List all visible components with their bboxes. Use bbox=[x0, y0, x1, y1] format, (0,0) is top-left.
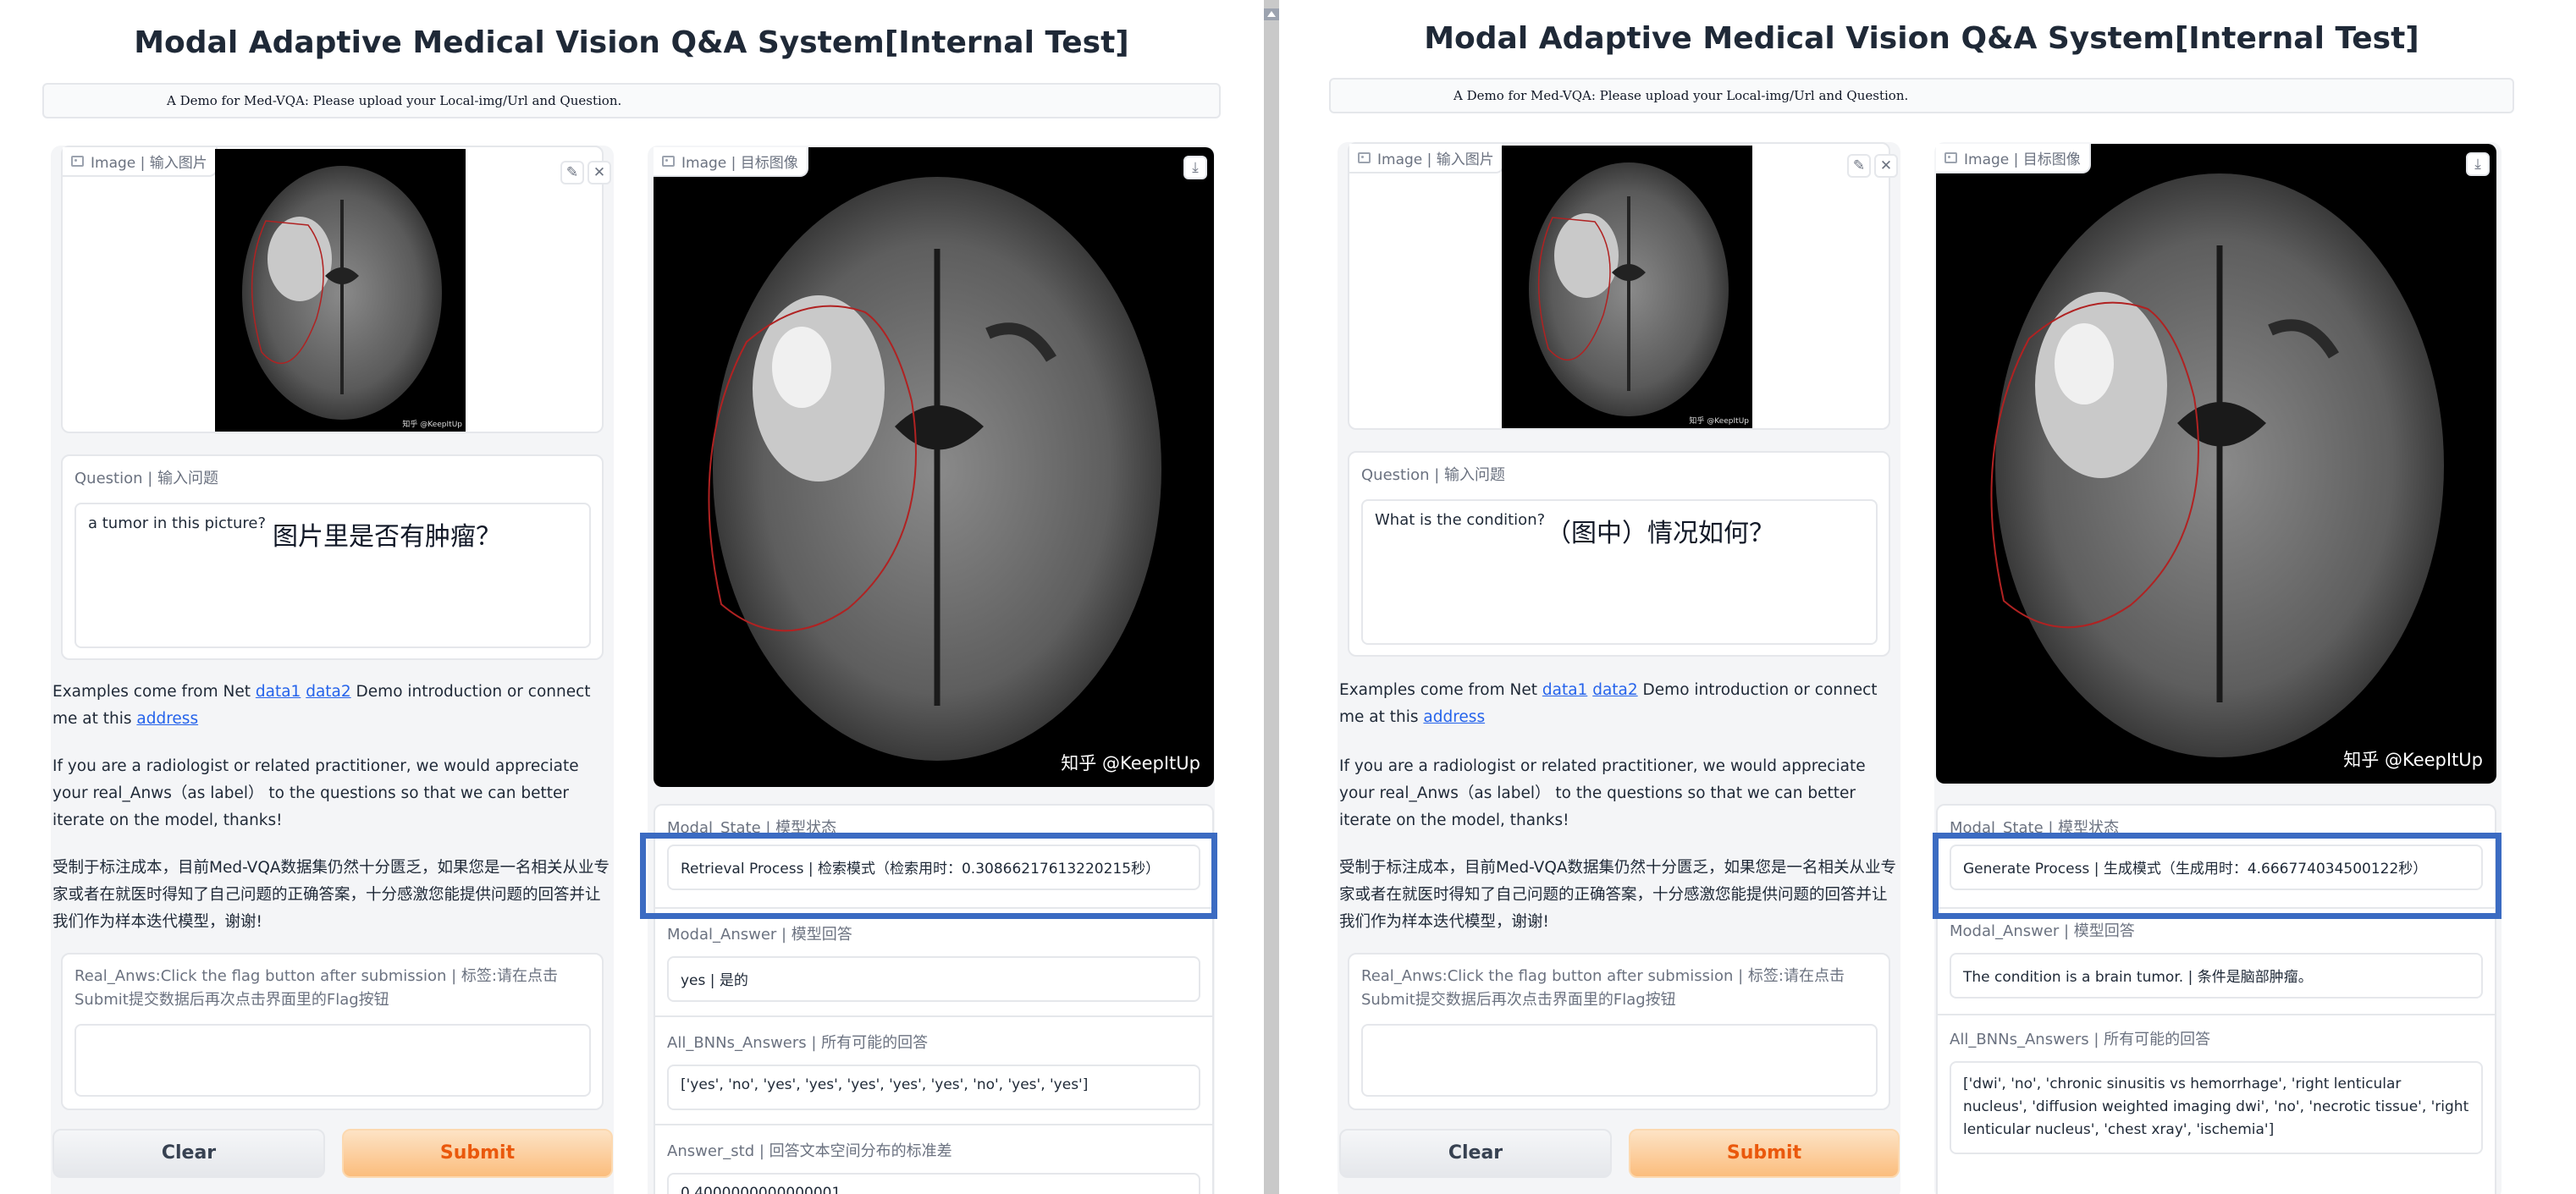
target-image-block: 知乎 @KeepItUp Image | 目标图像 ⤓ bbox=[654, 147, 1214, 787]
examples-text: Examples come from Net data1 data2 Demo … bbox=[1339, 681, 1878, 726]
close-icon[interactable]: ✕ bbox=[1874, 154, 1898, 178]
download-icon[interactable]: ⤓ bbox=[2466, 152, 2490, 176]
data1-link[interactable]: data1 bbox=[256, 683, 301, 701]
target-mri-image: 知乎 @KeepItUp bbox=[654, 147, 1214, 787]
separator bbox=[655, 1124, 1212, 1125]
all-answers-label: All_BNNs_Answers | 所有可能的回答 bbox=[1950, 1031, 2211, 1048]
question-block: Question | 输入问题 a tumor in this picture?… bbox=[61, 454, 604, 660]
input-column: Image | 输入图片 ✎ ✕ 知乎 @KeepItUp Question |… bbox=[1338, 142, 1900, 1194]
image-icon bbox=[71, 156, 84, 167]
input-mri-image: 知乎 @KeepItUp bbox=[215, 149, 466, 432]
watermark: 知乎 @KeepItUp bbox=[402, 421, 462, 429]
page-title: Modal Adaptive Medical Vision Q&A System… bbox=[1424, 21, 2419, 56]
output-column: 知乎 @KeepItUp Image | 目标图像 ⤓ Modal_State … bbox=[1934, 142, 2502, 1194]
target-image-block: 知乎 @KeepItUp Image | 目标图像 ⤓ bbox=[1936, 144, 2496, 784]
real-answer-input[interactable] bbox=[74, 1024, 591, 1097]
input-image-block[interactable]: Image | 输入图片 ✎ ✕ 知乎 @KeepItUp bbox=[61, 146, 611, 433]
target-image-label: Image | 目标图像 bbox=[1936, 144, 2091, 173]
data2-link[interactable]: data2 bbox=[1592, 681, 1637, 699]
real-answer-label: Real_Anws:Click the flag button after su… bbox=[1361, 967, 1845, 1009]
data2-link[interactable]: data2 bbox=[306, 683, 350, 701]
modal-answer-output: The condition is a brain tumor. | 条件是脑部肿… bbox=[1950, 953, 2483, 999]
watermark: 知乎 @KeepItUp bbox=[2343, 750, 2483, 770]
description-box: A Demo for Med-VQA: Please upload your L… bbox=[42, 83, 1221, 118]
scroll-up-icon[interactable] bbox=[1264, 8, 1279, 20]
answer-std-label: Answer_std | 回答文本空间分布的标准差 bbox=[667, 1142, 952, 1160]
separator bbox=[655, 1015, 1212, 1017]
submit-button[interactable]: Submit bbox=[1629, 1129, 1900, 1178]
answer-std-output: 0.4000000000000001 bbox=[667, 1173, 1200, 1194]
separator bbox=[1938, 1014, 2495, 1015]
input-image-label: Image | 输入图片 bbox=[1349, 144, 1504, 173]
real-answer-block: Real_Anws:Click the flag button after su… bbox=[1348, 953, 1890, 1110]
download-icon[interactable]: ⤓ bbox=[1183, 156, 1207, 179]
modal-answer-label: Modal_Answer | 模型回答 bbox=[667, 926, 852, 944]
target-mri-image: 知乎 @KeepItUp bbox=[1936, 144, 2496, 784]
clear-button[interactable]: Clear bbox=[1339, 1129, 1612, 1178]
question-label: Question | 输入问题 bbox=[74, 470, 219, 487]
real-answer-input[interactable] bbox=[1361, 1024, 1878, 1097]
all-answers-label: All_BNNs_Answers | 所有可能的回答 bbox=[667, 1034, 929, 1052]
page-title: Modal Adaptive Medical Vision Q&A System… bbox=[134, 25, 1129, 60]
appeal-text-cn: 受制于标注成本，目前Med-VQA数据集仍然十分匮乏，如果您是一名相关从业专家或… bbox=[52, 859, 610, 931]
question-annotation: （图中）情况如何？ bbox=[1546, 519, 1774, 548]
modal-answer-output: yes | 是的 bbox=[667, 956, 1200, 1002]
input-mri-image: 知乎 @KeepItUp bbox=[1502, 146, 1752, 428]
real-answer-block: Real_Anws:Click the flag button after su… bbox=[61, 953, 604, 1110]
description-box: A Demo for Med-VQA: Please upload your L… bbox=[1329, 78, 2514, 113]
appeal-text: If you are a radiologist or related prac… bbox=[1339, 757, 1866, 829]
all-answers-output: ['yes', 'no', 'yes', 'yes', 'yes', 'yes'… bbox=[667, 1065, 1200, 1110]
clear-button[interactable]: Clear bbox=[52, 1129, 325, 1178]
image-icon bbox=[1358, 152, 1371, 163]
question-block: Question | 输入问题 What is the condition? （… bbox=[1348, 451, 1890, 657]
app-panel-left: Modal Adaptive Medical Vision Q&A System… bbox=[42, 0, 1221, 1194]
examples-text: Examples come from Net data1 data2 Demo … bbox=[52, 683, 591, 728]
app-panel-right: Modal Adaptive Medical Vision Q&A System… bbox=[1329, 0, 2514, 1194]
address-link[interactable]: address bbox=[136, 710, 198, 728]
appeal-text: If you are a radiologist or related prac… bbox=[52, 757, 579, 829]
highlight-box bbox=[640, 833, 1217, 919]
watermark: 知乎 @KeepItUp bbox=[1689, 417, 1749, 426]
appeal-text-cn: 受制于标注成本，目前Med-VQA数据集仍然十分匮乏，如果您是一名相关从业专家或… bbox=[1339, 859, 1897, 931]
all-answers-output: ['dwi', 'no', 'chronic sinusitis vs hemo… bbox=[1950, 1061, 2483, 1154]
image-icon bbox=[662, 156, 675, 167]
input-column: Image | 输入图片 ✎ ✕ 知乎 @KeepItUp Question |… bbox=[51, 146, 614, 1194]
question-annotation: 图片里是否有肿瘤？ bbox=[273, 522, 501, 552]
input-image-block[interactable]: Image | 输入图片 ✎ ✕ 知乎 @KeepItUp bbox=[1348, 142, 1898, 430]
modal-answer-label: Modal_Answer | 模型回答 bbox=[1950, 922, 2135, 940]
question-label: Question | 输入问题 bbox=[1361, 466, 1506, 484]
watermark: 知乎 @KeepItUp bbox=[1061, 753, 1200, 773]
image-icon bbox=[1944, 152, 1957, 163]
submit-button[interactable]: Submit bbox=[342, 1129, 613, 1178]
output-column: 知乎 @KeepItUp Image | 目标图像 ⤓ Modal_State … bbox=[648, 146, 1215, 1194]
target-image-label: Image | 目标图像 bbox=[654, 147, 808, 177]
input-image-label: Image | 输入图片 bbox=[63, 147, 218, 177]
close-icon[interactable]: ✕ bbox=[587, 161, 611, 184]
highlight-box bbox=[1933, 833, 2502, 919]
address-link[interactable]: address bbox=[1423, 708, 1485, 726]
pencil-icon[interactable]: ✎ bbox=[1847, 154, 1871, 178]
real-answer-label: Real_Anws:Click the flag button after su… bbox=[74, 967, 558, 1009]
screenshot-divider bbox=[1264, 0, 1279, 1194]
pencil-icon[interactable]: ✎ bbox=[560, 161, 584, 184]
data1-link[interactable]: data1 bbox=[1542, 681, 1587, 699]
